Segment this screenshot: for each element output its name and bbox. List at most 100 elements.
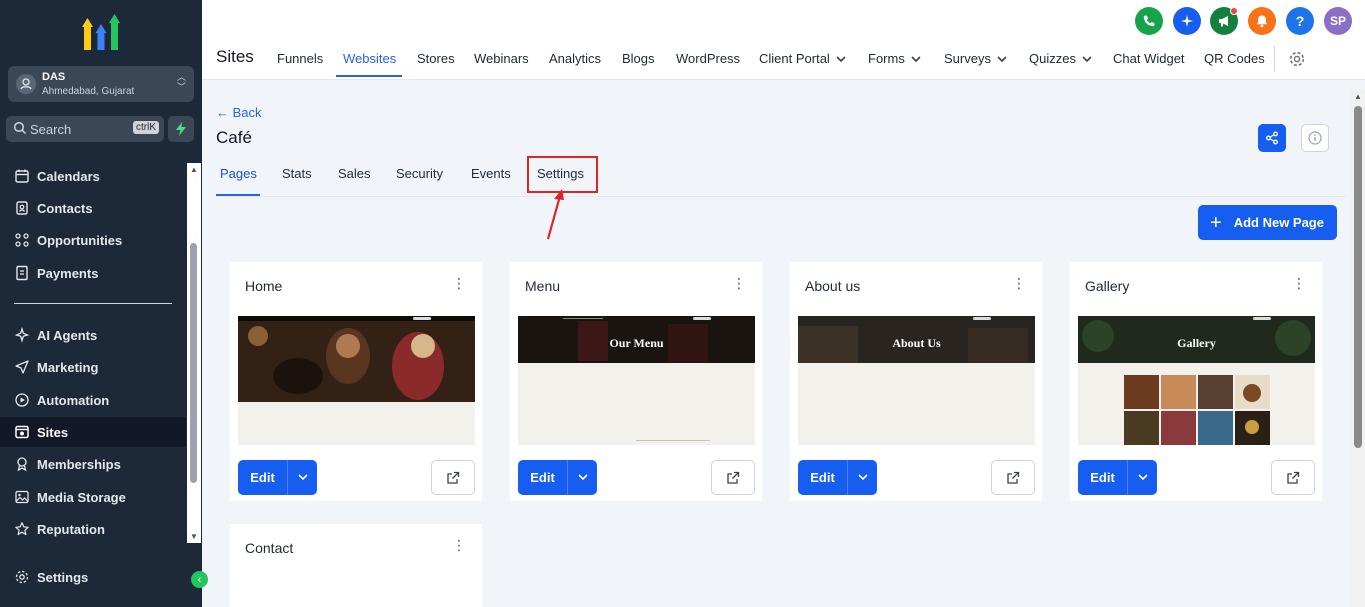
- sidebar-item-sites[interactable]: Sites: [0, 417, 186, 447]
- external-link-icon: [1007, 471, 1020, 484]
- phone-icon: [1143, 15, 1155, 27]
- more-options-icon[interactable]: ⋮: [1292, 276, 1306, 290]
- gear-icon[interactable]: [1288, 50, 1306, 68]
- tab-quizzes[interactable]: Quizzes: [1029, 51, 1092, 66]
- info-button[interactable]: [1301, 124, 1329, 152]
- open-page-button[interactable]: [711, 460, 755, 495]
- tab-forms[interactable]: Forms: [868, 51, 921, 66]
- tab-funnels[interactable]: Funnels: [277, 51, 323, 66]
- tab-stores[interactable]: Stores: [417, 51, 455, 66]
- tab-webinars[interactable]: Webinars: [474, 51, 529, 66]
- tabs-divider: [216, 196, 1346, 197]
- tab-sales[interactable]: Sales: [338, 166, 371, 181]
- sparkle-icon: [1181, 15, 1193, 27]
- sidebar-item-label: Sites: [37, 424, 69, 440]
- tab-stats[interactable]: Stats: [282, 166, 312, 181]
- page-card-contact: Contact ⋮: [230, 524, 482, 607]
- search-shortcut: ctrlK: [133, 121, 159, 134]
- hero-heading: Our Menu: [609, 336, 664, 350]
- tab-surveys[interactable]: Surveys: [944, 51, 1007, 66]
- open-page-button[interactable]: [1271, 460, 1315, 495]
- scroll-down-arrow-icon[interactable]: ▼: [190, 532, 198, 541]
- hero-banner: Our Menu: [518, 316, 755, 363]
- share-button[interactable]: [1258, 124, 1286, 152]
- tab-events[interactable]: Events: [471, 166, 511, 181]
- edit-button[interactable]: Edit: [798, 460, 877, 495]
- tab-security[interactable]: Security: [396, 166, 443, 181]
- announcements-button[interactable]: [1210, 7, 1238, 35]
- edit-dropdown-toggle[interactable]: [848, 460, 877, 495]
- tab-wordpress[interactable]: WordPress: [676, 51, 740, 66]
- open-page-button[interactable]: [431, 460, 475, 495]
- sidebar-item-label: Memberships: [37, 456, 121, 472]
- account-switcher[interactable]: DAS Ahmedabad, Gujarat ︿ ﹀: [8, 66, 194, 102]
- sidebar-item-ai-agents[interactable]: AI Agents: [0, 320, 186, 350]
- memberships-icon: [17, 457, 27, 472]
- add-new-page-button[interactable]: + Add New Page: [1198, 205, 1337, 240]
- sidebar-scrollbar[interactable]: ▲ ▼: [187, 163, 201, 543]
- user-avatar[interactable]: SP: [1324, 7, 1352, 35]
- tab-label: Blogs: [622, 51, 655, 66]
- nav-separator: [1274, 46, 1275, 72]
- quick-actions-button[interactable]: [168, 116, 194, 142]
- chevron-left-icon: ‹: [197, 573, 202, 586]
- tab-websites[interactable]: Websites: [343, 51, 396, 66]
- send-icon: [15, 360, 29, 374]
- edit-dropdown-toggle[interactable]: [288, 460, 317, 495]
- tab-client-portal[interactable]: Client Portal: [759, 51, 846, 66]
- main-scroll-thumb[interactable]: [1354, 106, 1362, 448]
- sidebar-scroll-thumb[interactable]: [190, 243, 197, 483]
- edit-dropdown-toggle[interactable]: [568, 460, 597, 495]
- opportunities-icon: [15, 233, 29, 247]
- footer-line: [636, 440, 710, 441]
- active-tab-indicator: [336, 75, 402, 77]
- tab-pages[interactable]: Pages: [220, 166, 257, 181]
- tab-label: QR Codes: [1204, 51, 1265, 66]
- scroll-up-arrow-icon[interactable]: ▲: [1354, 92, 1362, 101]
- annotation-arrow-icon: [546, 189, 564, 240]
- edit-button[interactable]: Edit: [1078, 460, 1157, 495]
- automation-icon: [15, 393, 29, 407]
- bell-icon: [1256, 15, 1268, 28]
- main-scrollbar[interactable]: ▲: [1351, 90, 1365, 607]
- scroll-up-arrow-icon[interactable]: ▲: [190, 165, 198, 174]
- collapse-sidebar-button[interactable]: ‹: [191, 571, 208, 588]
- open-page-button[interactable]: [991, 460, 1035, 495]
- sidebar-item-contacts[interactable]: Contacts: [0, 193, 186, 223]
- page-card-about-us: About us ⋮ About Us Edit: [790, 262, 1042, 501]
- tab-blogs[interactable]: Blogs: [622, 51, 655, 66]
- notifications-button[interactable]: [1248, 7, 1276, 35]
- sidebar-item-memberships[interactable]: Memberships: [0, 449, 186, 479]
- search-input[interactable]: Search ctrlK: [6, 116, 164, 142]
- more-options-icon[interactable]: ⋮: [452, 538, 466, 552]
- sidebar-item-payments[interactable]: Payments: [0, 258, 186, 288]
- more-options-icon[interactable]: ⋮: [452, 276, 466, 290]
- tab-qr-codes[interactable]: QR Codes: [1204, 51, 1265, 66]
- tab-analytics[interactable]: Analytics: [549, 51, 601, 66]
- edit-button[interactable]: Edit: [518, 460, 597, 495]
- sidebar-item-marketing[interactable]: Marketing: [0, 352, 186, 382]
- sidebar: DAS Ahmedabad, Gujarat ︿ ﹀ Search ctrlK C…: [0, 0, 202, 607]
- sidebar-item-settings[interactable]: Settings: [0, 562, 186, 592]
- sidebar-item-label: Automation: [37, 392, 110, 408]
- sidebar-item-calendars[interactable]: Calendars: [0, 161, 186, 191]
- more-options-icon[interactable]: ⋮: [732, 276, 746, 290]
- edit-button[interactable]: Edit: [238, 460, 317, 495]
- page-card-home: Home ⋮ Edit: [230, 262, 482, 501]
- sidebar-item-label: Marketing: [37, 359, 99, 375]
- sidebar-item-media-storage[interactable]: Media Storage: [0, 482, 186, 512]
- settings-gear-icon: [15, 570, 29, 584]
- sidebar-item-automation[interactable]: Automation: [0, 385, 186, 415]
- search-placeholder: Search: [30, 122, 72, 137]
- ai-assistant-button[interactable]: [1173, 7, 1201, 35]
- more-options-icon[interactable]: ⋮: [1012, 276, 1026, 290]
- edit-dropdown-toggle[interactable]: [1128, 460, 1157, 495]
- sidebar-item-opportunities[interactable]: Opportunities: [0, 225, 186, 255]
- phone-button[interactable]: [1135, 7, 1163, 35]
- help-button[interactable]: ?: [1286, 7, 1314, 35]
- back-link[interactable]: ← Back: [216, 105, 262, 120]
- page-preview-thumbnail: [238, 316, 475, 445]
- tab-label: Chat Widget: [1113, 51, 1185, 66]
- tab-chat-widget[interactable]: Chat Widget: [1113, 51, 1185, 66]
- sidebar-item-reputation[interactable]: Reputation: [0, 514, 186, 544]
